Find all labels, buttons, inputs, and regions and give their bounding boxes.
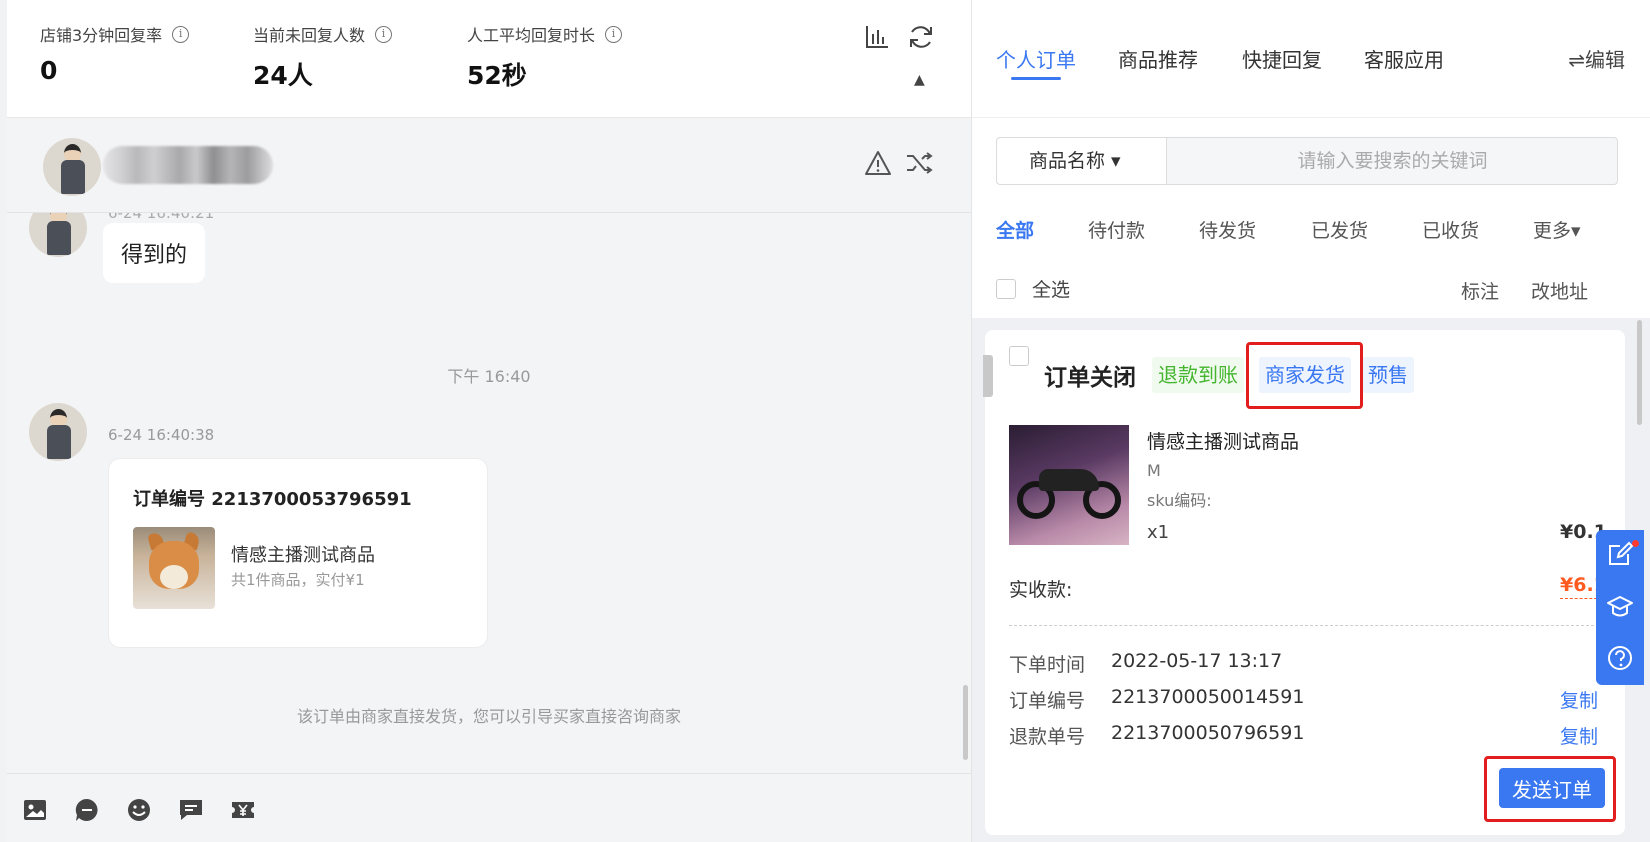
order-status-filters: 全部 待付款 待发货 已发货 已收货 更多▾ (972, 216, 1650, 246)
divider-time: 下午 16:40 (447, 367, 531, 386)
system-note: 该订单由商家直接发货，您可以引导买家直接咨询商家 (296, 707, 681, 726)
tab-quick-reply[interactable]: 快捷回复 (1242, 44, 1322, 73)
edit-tabs-button[interactable]: ⇌编辑 (1568, 44, 1625, 73)
tab-service-apps[interactable]: 客服应用 (1364, 44, 1444, 73)
order-no-label: 订单编号 (1009, 690, 1086, 712)
chat-bubble-icon[interactable] (73, 796, 101, 824)
quick-reply-icon[interactable] (177, 796, 205, 824)
refund-no-label: 退款单号 (1009, 726, 1086, 748)
annotate-link[interactable]: 标注 (1461, 277, 1499, 304)
info-icon[interactable]: i (172, 25, 190, 43)
stat-unreplied: 当前未回复人数 i 24人 (253, 22, 393, 92)
avatar (29, 213, 87, 257)
message-list[interactable]: 6-24 16:40:21 得到的 下午 16:40 6-24 16:40:38… (7, 213, 971, 773)
stats-header: 店铺3分钟回复率 i 0 当前未回复人数 i 24人 人工平均回复时长 i 52秒 ▲ (7, 0, 971, 118)
product-quantity: x1 (1147, 522, 1170, 543)
product-spec: M (1147, 461, 1161, 480)
shuffle-icon[interactable] (905, 150, 933, 176)
select-all-checkbox[interactable] (996, 278, 1016, 299)
emoji-icon[interactable] (125, 796, 153, 824)
stat-label: 店铺3分钟回复率 (40, 26, 163, 45)
order-search: 商品名称 ▾ (996, 137, 1618, 185)
active-tab-indicator (1011, 77, 1061, 80)
panel-scrollbar[interactable] (1637, 320, 1642, 425)
filter-more[interactable]: 更多▾ (1533, 216, 1581, 243)
order-number: 订单编号 2213700053796591 (133, 489, 412, 510)
stat-label: 当前未回复人数 (253, 26, 366, 45)
help-icon[interactable] (1606, 644, 1634, 672)
received-label: 实收款: (1009, 579, 1073, 601)
product-sku: sku编码: (1147, 491, 1212, 510)
highlight-box (1484, 756, 1616, 822)
info-icon[interactable]: i (375, 25, 393, 43)
side-panel: 个人订单 商品推荐 快捷回复 客服应用 ⇌编辑 商品名称 ▾ 全部 待付款 待发… (971, 0, 1650, 842)
message-bubble: 得到的 (103, 223, 206, 283)
avatar (43, 138, 101, 196)
filter-received[interactable]: 已收货 (1422, 216, 1479, 243)
tab-personal-orders[interactable]: 个人订单 (996, 44, 1076, 73)
stat-avg-reply: 人工平均回复时长 i 52秒 (467, 22, 623, 92)
bar-chart-icon[interactable] (864, 24, 890, 50)
stat-value: 24人 (253, 61, 313, 90)
chat-scrollbar[interactable] (963, 685, 968, 760)
input-toolbar (7, 773, 971, 842)
product-name: 情感主播测试商品 (231, 545, 375, 566)
filter-pending-shipment[interactable]: 待发货 (1199, 216, 1256, 243)
product-name: 情感主播测试商品 (1147, 431, 1300, 453)
message-time: 6-24 16:40:38 (108, 426, 215, 444)
warning-icon[interactable] (864, 150, 892, 176)
avatar (29, 403, 87, 461)
image-icon[interactable] (21, 796, 49, 824)
highlight-box (1246, 342, 1363, 409)
chat-header (7, 118, 971, 213)
refresh-icon[interactable] (907, 23, 935, 51)
tag-presale: 预售 (1362, 357, 1414, 393)
floating-toolbar (1596, 530, 1644, 685)
edit-note-icon[interactable] (1606, 540, 1634, 568)
copy-refund-no-button[interactable]: 复制 (1560, 722, 1598, 749)
stat-value: 0 (40, 56, 58, 85)
order-status: 订单关闭 (1044, 365, 1136, 391)
filter-pending-payment[interactable]: 待付款 (1088, 216, 1145, 243)
refund-no-value: 2213700050796591 (1111, 722, 1305, 744)
order-time-value: 2022-05-17 13:17 (1111, 650, 1283, 672)
chat-panel: 店铺3分钟回复率 i 0 当前未回复人数 i 24人 人工平均回复时长 i 52秒 ▲ (7, 0, 971, 842)
copy-order-no-button[interactable]: 复制 (1560, 686, 1598, 713)
select-all-label: 全选 (1032, 279, 1071, 301)
order-time-label: 下单时间 (1009, 654, 1086, 676)
coupon-icon[interactable] (229, 796, 257, 824)
tag-refunded: 退款到账 (1152, 357, 1244, 393)
panel-tabs: 个人订单 商品推荐 快捷回复 客服应用 ⇌编辑 (972, 0, 1650, 118)
collapse-icon[interactable]: ▲ (914, 72, 925, 88)
graduation-cap-icon[interactable] (1606, 592, 1634, 620)
stat-value: 52秒 (467, 61, 527, 90)
order-card-message[interactable]: 订单编号 2213700053796591 情感主播测试商品 共1件商品，实付¥… (108, 458, 488, 648)
filter-all[interactable]: 全部 (996, 216, 1034, 243)
notification-dot (1632, 540, 1639, 547)
message-time: 6-24 16:40:21 (108, 213, 215, 222)
info-icon[interactable]: i (605, 25, 623, 43)
select-all[interactable]: 全选 (996, 275, 1070, 302)
product-image (1009, 425, 1129, 545)
stat-reply-rate: 店铺3分钟回复率 i 0 (40, 22, 190, 85)
buyer-name-blurred (103, 146, 273, 184)
filter-shipped[interactable]: 已发货 (1311, 216, 1368, 243)
order-checkbox[interactable] (1009, 346, 1029, 366)
divider (1009, 625, 1594, 626)
search-field-select[interactable]: 商品名称 ▾ (997, 138, 1167, 184)
product-image (133, 527, 215, 609)
order-no-value: 2213700050014591 (1111, 686, 1305, 708)
tab-product-recommend[interactable]: 商品推荐 (1118, 44, 1198, 73)
stat-label: 人工平均回复时长 (467, 26, 596, 45)
order-summary: 共1件商品，实付¥1 (231, 571, 365, 589)
change-address-link[interactable]: 改地址 (1531, 277, 1588, 304)
search-input[interactable] (1168, 138, 1617, 184)
card-marker (983, 355, 993, 397)
